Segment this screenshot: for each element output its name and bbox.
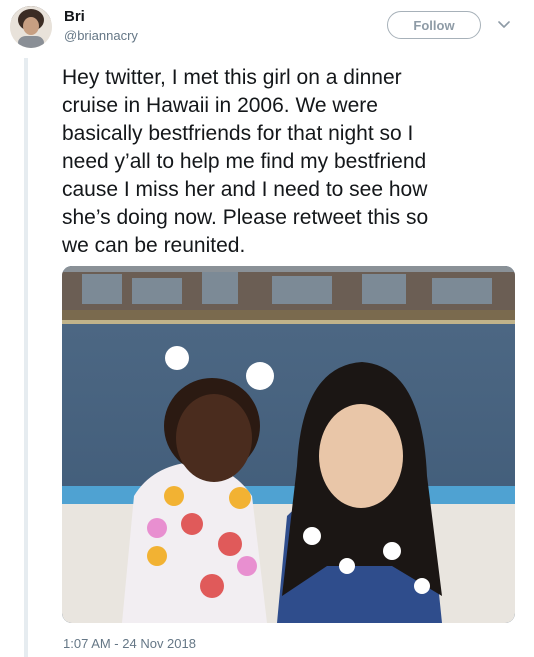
display-name[interactable]: Bri	[64, 8, 85, 25]
thread-line	[24, 58, 28, 657]
avatar[interactable]	[10, 6, 52, 48]
timestamp[interactable]: 1:07 AM - 24 Nov 2018	[63, 636, 196, 651]
user-handle[interactable]: @briannacry	[64, 28, 138, 43]
follow-button[interactable]: Follow	[387, 11, 481, 39]
tweet-photo[interactable]	[62, 266, 515, 623]
tweet-text: Hey twitter, I met this girl on a dinner…	[62, 66, 429, 257]
chevron-down-icon[interactable]	[496, 17, 512, 33]
tweet-header: Bri @briannacry Follow	[0, 0, 534, 56]
